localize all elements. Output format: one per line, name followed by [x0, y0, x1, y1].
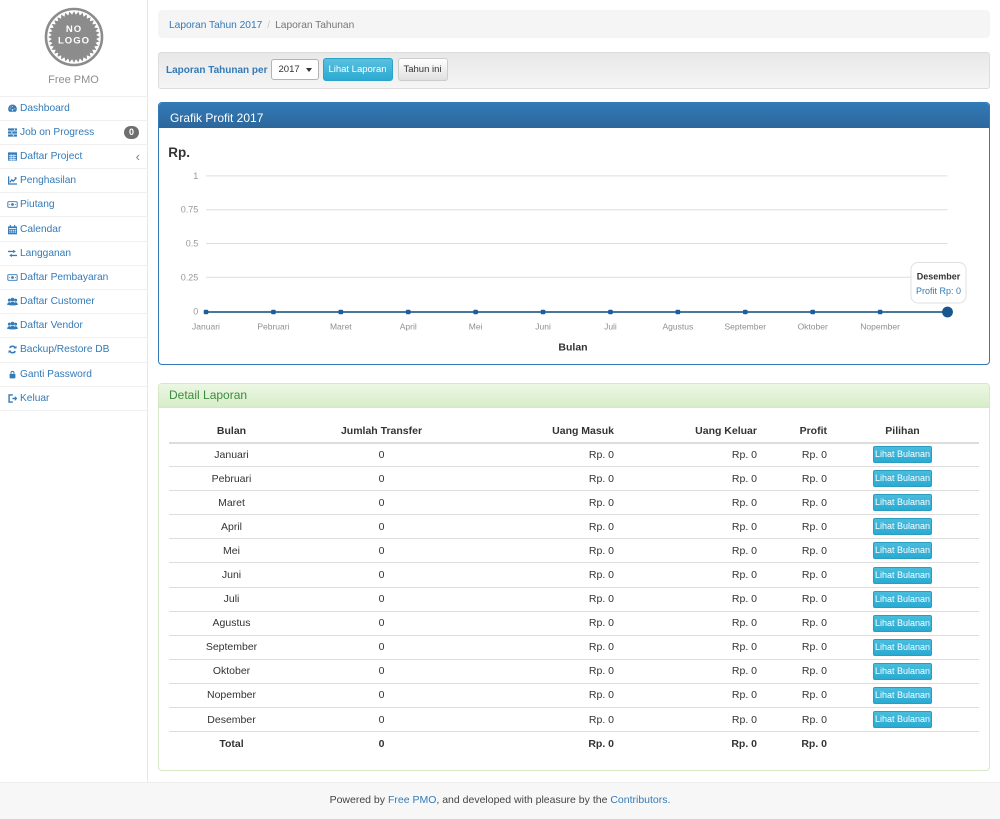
svg-text:0.75: 0.75 [181, 205, 199, 215]
svg-text:Juli: Juli [604, 322, 617, 332]
svg-text:Nopember: Nopember [860, 322, 900, 332]
svg-text:Bulan: Bulan [558, 342, 587, 354]
svg-text:September: September [724, 322, 766, 332]
svg-text:LOGO: LOGO [58, 36, 90, 47]
svg-text:Januari: Januari [192, 322, 220, 332]
svg-text:Agustus: Agustus [663, 322, 694, 332]
svg-text:Desember: Desember [917, 272, 961, 282]
svg-text:Pebruari: Pebruari [257, 322, 289, 332]
svg-text:Rp.: Rp. [168, 145, 190, 160]
svg-text:0.5: 0.5 [186, 238, 199, 248]
svg-text:Mei: Mei [469, 322, 483, 332]
svg-text:April: April [400, 322, 417, 332]
svg-text:Profit Rp: 0: Profit Rp: 0 [916, 286, 961, 296]
svg-text:0.25: 0.25 [181, 272, 199, 282]
svg-text:Oktober: Oktober [798, 322, 828, 332]
svg-text:Juni: Juni [535, 322, 551, 332]
svg-text:NO: NO [66, 24, 82, 35]
svg-text:1: 1 [193, 171, 198, 181]
svg-text:Maret: Maret [330, 322, 352, 332]
svg-text:0: 0 [193, 307, 198, 317]
